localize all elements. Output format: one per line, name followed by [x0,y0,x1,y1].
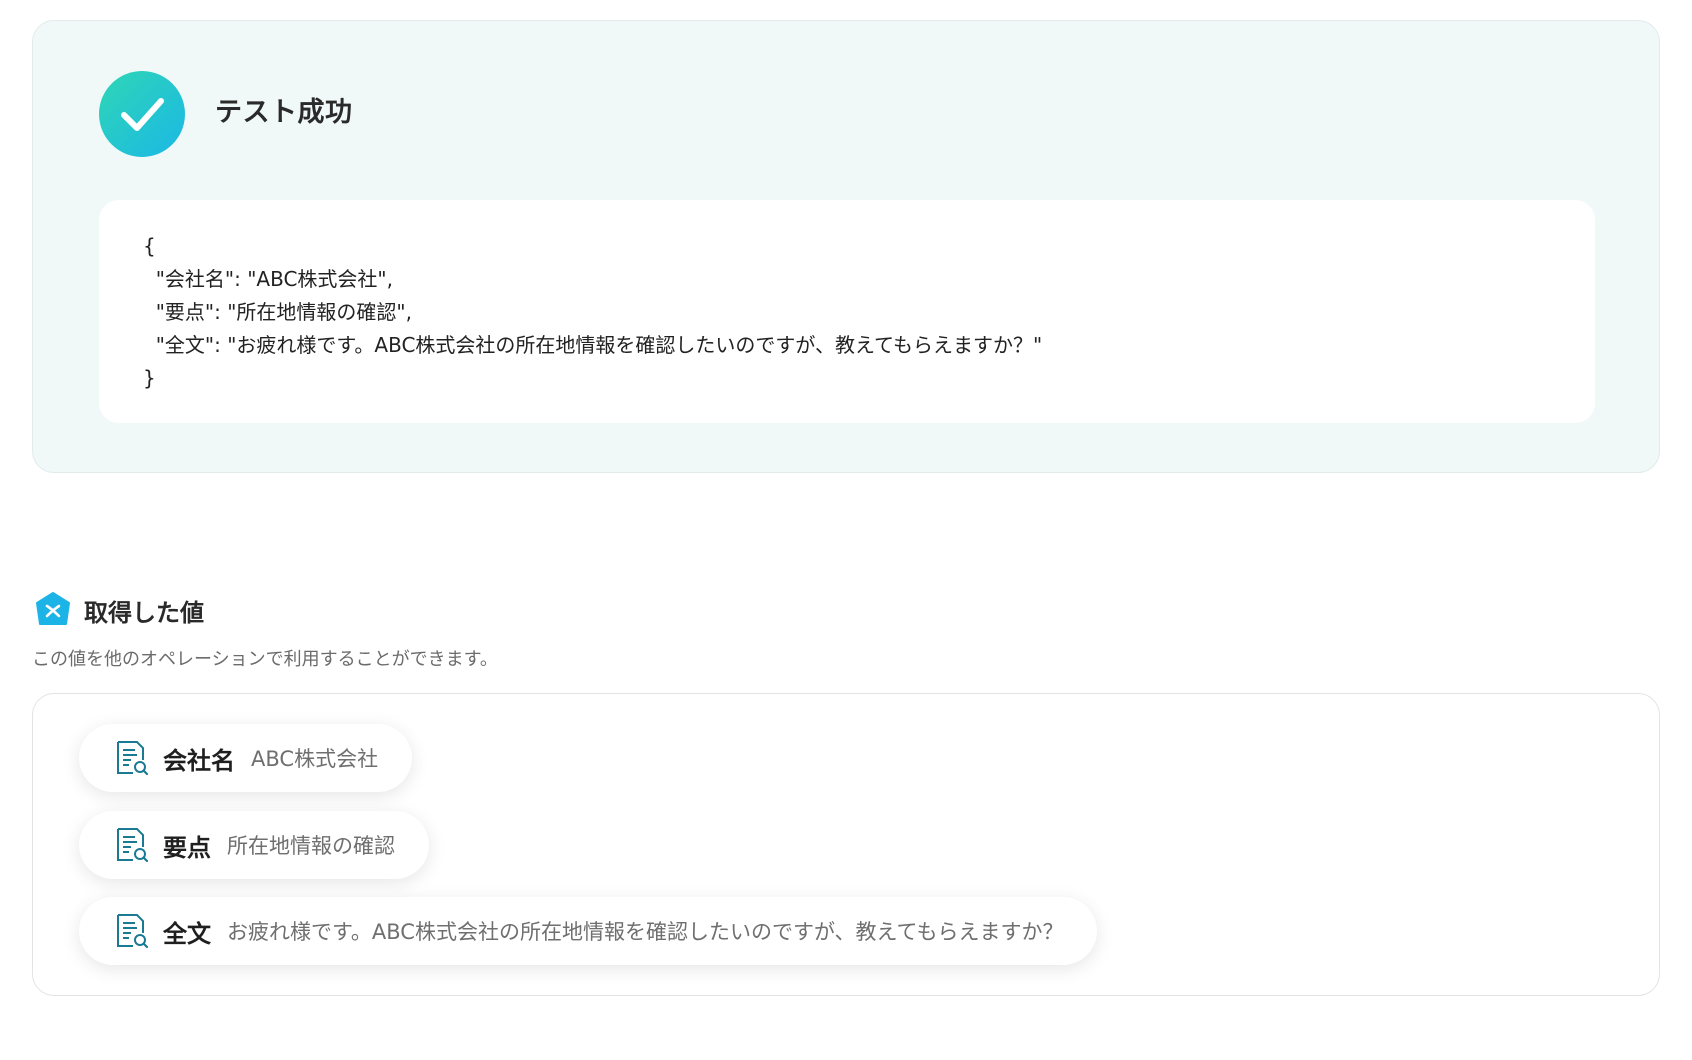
document-search-icon [117,828,149,863]
json-line: } [143,366,156,390]
value-text: お疲れ様です。ABC株式会社の所在地情報を確認したいのですが、教えてもらえますか… [227,920,1064,944]
values-list: 会社名 ABC株式会社 要点 所在地情報の確認 全文 お疲れ様です。ABC株式会… [32,693,1660,996]
values-title: 取得した値 [84,598,204,627]
value-text: ABC株式会社 [251,747,379,771]
json-output: { "会社名": "ABC株式会社", "要点": "所在地情報の確認", "全… [143,230,1551,395]
value-item-full-text[interactable]: 全文 お疲れ様です。ABC株式会社の所在地情報を確認したいのですが、教えてもらえ… [79,897,1098,965]
value-key: 会社名 [163,746,235,775]
values-description: この値を他のオペレーションで利用することができます。 [32,649,498,670]
document-search-icon [117,914,149,949]
document-search-icon [117,741,149,776]
json-line: { [143,234,156,258]
json-line: "全文": "お疲れ様です。ABC株式会社の所在地情報を確認したいのですが、教え… [143,333,1043,357]
value-key: 全文 [163,919,211,948]
test-result-panel: テスト成功 { "会社名": "ABC株式会社", "要点": "所在地情報の確… [32,20,1660,473]
value-key: 要点 [163,833,211,862]
json-line: "会社名": "ABC株式会社", [143,267,393,291]
values-header: 取得した値 [34,591,204,629]
json-output-box: { "会社名": "ABC株式会社", "要点": "所在地情報の確認", "全… [99,200,1595,423]
success-title: テスト成功 [215,97,353,128]
success-check-icon [99,71,185,157]
value-text: 所在地情報の確認 [227,834,395,858]
value-item-company-name[interactable]: 会社名 ABC株式会社 [79,724,413,792]
variable-badge-icon [34,591,72,629]
json-line: "要点": "所在地情報の確認", [143,300,412,324]
value-item-summary[interactable]: 要点 所在地情報の確認 [79,811,429,879]
